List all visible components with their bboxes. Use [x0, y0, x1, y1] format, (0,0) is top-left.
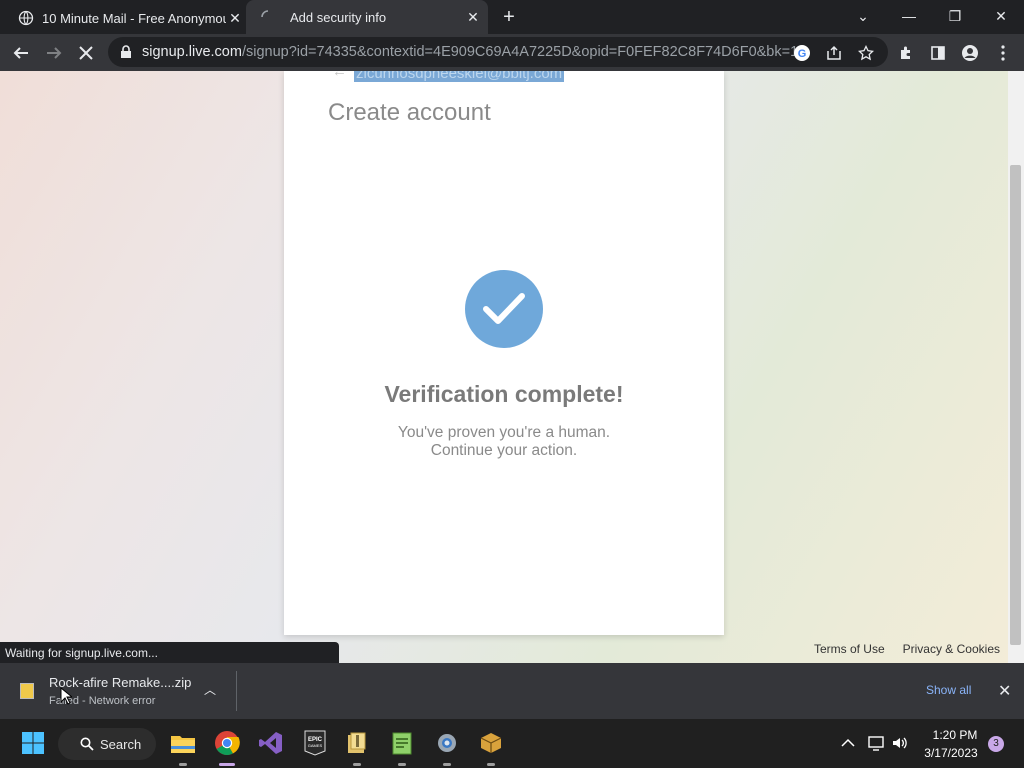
show-all-link[interactable]: Show all [926, 683, 971, 697]
verification-submessage: Continue your action. [430, 442, 578, 459]
verification-heading: Verification complete! [384, 381, 624, 407]
bookmark-star-icon[interactable] [853, 40, 879, 66]
notepad-plus-icon[interactable] [388, 729, 416, 757]
google-lens-icon[interactable]: G [789, 40, 815, 66]
tab-10-minute-mail[interactable]: 10 Minute Mail - Free Anonymou ✕ [18, 2, 244, 34]
lock-icon[interactable] [120, 45, 132, 59]
svg-text:GAMES: GAMES [308, 743, 323, 748]
running-indicator [179, 763, 187, 766]
settings-gear-icon[interactable] [433, 729, 461, 757]
active-indicator [219, 763, 235, 766]
tab-add-security-info[interactable]: Add security info ✕ [246, 0, 488, 34]
status-bubble: Waiting for signup.live.com... [0, 642, 339, 663]
clock-date[interactable]: 3/17/2023 [915, 746, 987, 760]
chevron-up-icon[interactable] [834, 729, 862, 757]
game-app-icon[interactable] [477, 729, 505, 757]
browser-toolbar: signup.live.com /signup?id=74335&context… [0, 34, 1024, 71]
chevron-up-icon[interactable]: ︿ [204, 681, 216, 698]
search-icon [80, 737, 94, 751]
checkmark-icon [465, 270, 543, 348]
archive-app-icon[interactable] [343, 729, 371, 757]
visual-studio-icon[interactable] [257, 729, 285, 757]
page-title: Create account [328, 99, 491, 126]
web-page: ← zicunnosdpheeskiel@bbitj.com Create ac… [0, 71, 1008, 663]
address-bar[interactable]: signup.live.com /signup?id=74335&context… [108, 37, 888, 67]
url-path: /signup?id=74335&contextid=4E909C69A4A72… [241, 44, 811, 60]
close-tab-icon[interactable]: ✕ [226, 9, 244, 27]
volume-icon[interactable] [886, 729, 914, 757]
epic-games-icon[interactable]: EPIC GAMES [301, 729, 329, 757]
share-icon[interactable] [821, 40, 847, 66]
terms-of-use-link[interactable]: Terms of Use [814, 642, 885, 656]
side-panel-icon[interactable] [925, 40, 951, 66]
close-tab-icon[interactable]: ✕ [464, 8, 482, 26]
windows-start-icon[interactable] [19, 729, 47, 757]
back-icon[interactable] [8, 40, 34, 66]
verification-message: You've proven you're a human. [397, 424, 611, 441]
tab-search-chevron-icon[interactable]: ⌄ [843, 4, 883, 28]
privacy-cookies-link[interactable]: Privacy & Cookies [903, 642, 1000, 656]
extensions-icon[interactable] [893, 40, 919, 66]
scrollbar-thumb[interactable] [1010, 165, 1021, 645]
signup-card: ← zicunnosdpheeskiel@bbitj.com Create ac… [284, 71, 724, 635]
running-indicator [353, 763, 361, 766]
zip-file-icon [20, 683, 34, 699]
new-tab-button[interactable]: + [498, 6, 520, 28]
running-indicator [487, 763, 495, 766]
tab-strip: 10 Minute Mail - Free Anonymou ✕ Add sec… [0, 0, 1024, 34]
profile-icon[interactable] [957, 40, 983, 66]
taskbar: Search EPIC GAMES 1:20 PM 3/17/2023 3 [0, 719, 1024, 768]
tab-title: Add security info [290, 9, 387, 25]
notification-badge[interactable]: 3 [988, 736, 1004, 752]
forward-icon[interactable] [41, 40, 67, 66]
stop-loading-icon[interactable] [73, 40, 99, 66]
minimize-button[interactable]: — [889, 4, 929, 28]
taskbar-search[interactable]: Search [58, 728, 156, 760]
divider [236, 671, 237, 711]
download-shelf: Rock-afire Remake....zip Failed - Networ… [0, 663, 1024, 719]
close-icon[interactable]: ✕ [998, 681, 1011, 701]
close-window-button[interactable]: ✕ [981, 4, 1021, 28]
url-host: signup.live.com [142, 44, 242, 60]
mouse-cursor-icon [60, 687, 72, 705]
tab-title: 10 Minute Mail - Free Anonymou [42, 10, 226, 26]
search-label: Search [100, 736, 142, 752]
chrome-icon[interactable] [213, 729, 241, 757]
clock-time[interactable]: 1:20 PM [923, 728, 987, 742]
back-arrow-icon[interactable]: ← [332, 71, 347, 80]
svg-text:G: G [798, 48, 807, 60]
running-indicator [443, 763, 451, 766]
loading-spinner-icon [261, 10, 269, 18]
email-display: zicunnosdpheeskiel@bbitj.com [354, 71, 565, 82]
file-explorer-icon[interactable] [169, 729, 197, 757]
restore-button[interactable]: ❐ [935, 4, 975, 28]
footer-links: Terms of Use Privacy & Cookies [814, 642, 1000, 656]
download-item[interactable]: Rock-afire Remake....zip Failed - Networ… [12, 669, 236, 713]
running-indicator [398, 763, 406, 766]
globe-icon [18, 10, 34, 26]
menu-kebab-icon[interactable] [990, 40, 1016, 66]
